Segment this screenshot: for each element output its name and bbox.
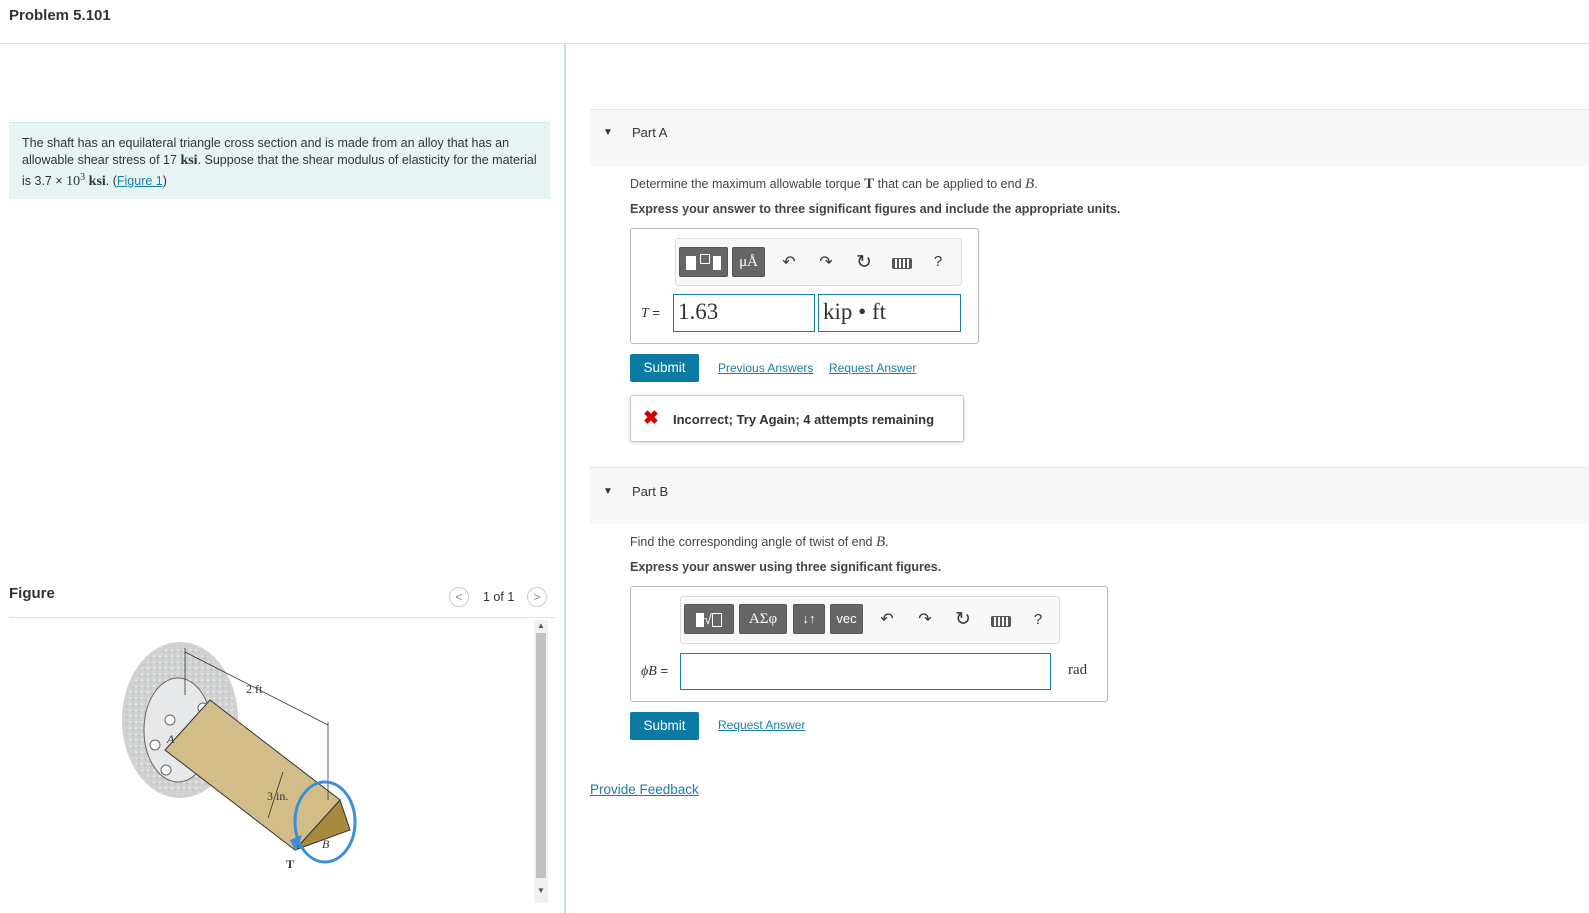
units-button[interactable]: μÅ: [732, 247, 765, 277]
figure-separator: [9, 617, 554, 618]
torque-symbol: T: [864, 176, 875, 192]
figure-pager-text: 1 of 1: [483, 590, 515, 604]
part-b-instruction: Express your answer using three signific…: [630, 560, 942, 574]
reset-icon[interactable]: ↻: [854, 251, 874, 274]
twist-var-label: ϕB =: [641, 663, 669, 679]
templates-button[interactable]: [679, 247, 728, 277]
keyboard-icon[interactable]: [991, 616, 1011, 627]
undo-icon[interactable]: ↶: [877, 609, 897, 629]
bolt-hole: [160, 764, 172, 776]
torque-var-label: T =: [641, 305, 661, 321]
torque-label: T: [286, 857, 294, 871]
pane-divider[interactable]: [564, 44, 566, 913]
templates-button[interactable]: √: [684, 604, 734, 634]
figure-label: Figure: [9, 585, 55, 602]
part-b-request-answer-link[interactable]: Request Answer: [718, 718, 805, 732]
part-b-prompt: Find the corresponding angle of twist of…: [630, 534, 889, 551]
problem-statement: The shaft has an equilateral triangle cr…: [22, 135, 542, 190]
feedback-text: Incorrect; Try Again; 4 attempts remaini…: [673, 412, 935, 427]
scroll-thumb[interactable]: [536, 633, 546, 878]
vector-button[interactable]: vec: [830, 604, 863, 634]
page-title: Problem 5.101: [9, 7, 111, 24]
bolt-hole: [164, 714, 176, 726]
end-a-label: A: [166, 732, 175, 746]
chevron-right-icon[interactable]: >: [527, 587, 547, 607]
chevron-left-icon[interactable]: <: [449, 587, 469, 607]
dim-length-label: 2 ft: [246, 682, 263, 696]
part-a-instruction: Express your answer to three significant…: [630, 202, 1121, 216]
twist-units-label: rad: [1068, 662, 1088, 678]
page-header: [0, 0, 1589, 44]
shaft-figure: 2 ft A 3 in. B T: [122, 642, 357, 871]
bolt-hole: [149, 739, 161, 751]
dim-side-label: 3 in.: [267, 789, 288, 803]
power-base: 10: [66, 174, 81, 190]
end-symbol: B: [1025, 176, 1035, 192]
problem-text-3: . (: [105, 174, 117, 189]
scroll-up-icon[interactable]: ▲: [534, 621, 548, 630]
times-sign: ×: [55, 174, 63, 189]
part-b-submit-button[interactable]: Submit: [630, 712, 699, 740]
provide-feedback-link[interactable]: Provide Feedback: [590, 782, 699, 797]
prompt-text: that can be applied to end: [877, 177, 1022, 191]
twist-value-input[interactable]: [680, 653, 1051, 690]
part-a-request-answer-link[interactable]: Request Answer: [829, 361, 916, 375]
prompt-text: Determine the maximum allowable torque: [630, 177, 861, 191]
undo-icon[interactable]: ↶: [779, 252, 799, 272]
part-a-header[interactable]: [590, 109, 1589, 166]
prompt-text: .: [1034, 177, 1038, 191]
power-exponent: 3: [80, 172, 86, 183]
greek-button[interactable]: ΑΣφ: [739, 604, 787, 634]
end-b-label: B: [322, 837, 330, 851]
previous-answers-link[interactable]: Previous Answers: [718, 361, 813, 375]
prompt-text: .: [885, 535, 889, 549]
part-b-header[interactable]: [590, 467, 1589, 524]
reset-icon[interactable]: ↻: [953, 608, 973, 631]
subscript-button[interactable]: ↓↑: [793, 604, 825, 634]
caret-down-icon[interactable]: ▼: [603, 486, 613, 497]
part-a-prompt: Determine the maximum allowable torque T…: [630, 176, 1038, 193]
end-symbol: B: [876, 534, 886, 550]
unit-ksi-2: ksi: [88, 174, 106, 190]
part-a-title[interactable]: Part A: [632, 125, 667, 140]
help-icon[interactable]: ?: [930, 253, 946, 270]
problem-text-4: ): [162, 174, 167, 189]
part-b-title[interactable]: Part B: [632, 484, 668, 499]
keyboard-icon[interactable]: [892, 258, 912, 269]
figure-link[interactable]: Figure 1: [117, 174, 163, 188]
redo-icon[interactable]: ↷: [816, 252, 836, 272]
x-mark-icon: ✖: [643, 408, 659, 429]
caret-down-icon[interactable]: ▼: [603, 127, 613, 138]
redo-icon[interactable]: ↷: [915, 609, 935, 629]
scroll-down-icon[interactable]: ▼: [534, 886, 548, 895]
torque-value-input[interactable]: 1.63: [673, 294, 815, 332]
torque-units-input[interactable]: kip • ft: [818, 294, 961, 332]
help-icon[interactable]: ?: [1030, 611, 1046, 628]
unit-ksi: ksi: [180, 153, 198, 168]
part-a-submit-button[interactable]: Submit: [630, 354, 699, 382]
prompt-text: Find the corresponding angle of twist of…: [630, 535, 873, 549]
